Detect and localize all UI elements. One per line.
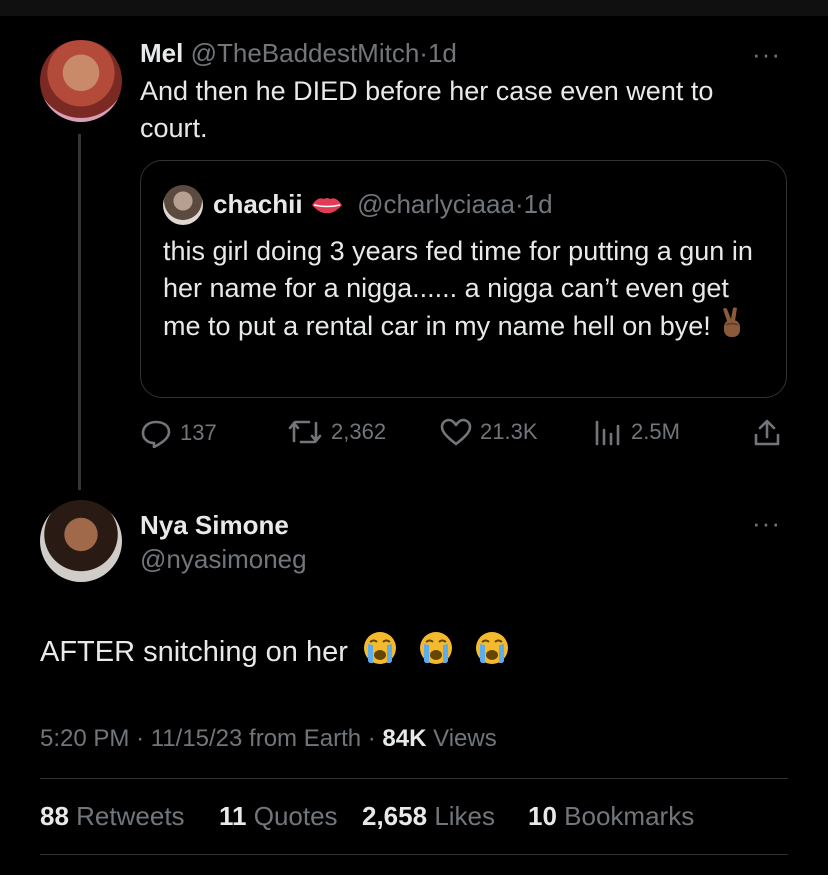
parent-author-handle[interactable]: @TheBaddestMitch — [191, 38, 420, 68]
nya-avatar[interactable] — [40, 500, 122, 582]
meta-separator: · — [136, 725, 145, 752]
quotes-count: 11 — [219, 801, 247, 831]
retweets-stat[interactable]: 88 Retweets — [40, 801, 185, 832]
quoted-time[interactable]: 1d — [524, 189, 553, 219]
quoted-tweet-card[interactable]: chachii @charlyciaaa·1d this girl doing … — [140, 160, 787, 398]
quoted-time-separator: · — [514, 189, 524, 219]
chachii-avatar[interactable] — [163, 185, 203, 225]
thread-connector-line — [78, 134, 81, 490]
tweet-source: from Earth — [249, 725, 362, 752]
meta-separator: · — [367, 725, 376, 752]
parent-time-separator: · — [419, 38, 428, 68]
quotes-stat[interactable]: 11 Quotes — [219, 801, 338, 832]
tweet-meta: 5:20 PM · 11/15/23 from Earth · 84K View… — [40, 723, 497, 755]
victory-hand-icon — [718, 307, 746, 349]
views-total: 84K — [382, 725, 427, 752]
loudly-crying-face-icon — [418, 630, 454, 677]
views-count: 2.5M — [631, 419, 680, 444]
lips-icon — [310, 189, 344, 223]
loudly-crying-face-icon — [362, 630, 398, 677]
like-count: 21.3K — [480, 419, 538, 444]
heart-icon — [440, 418, 472, 446]
retweets-count: 88 — [40, 801, 69, 831]
bookmarks-count: 10 — [528, 801, 557, 831]
quotes-label: Quotes — [253, 801, 338, 831]
reply-action[interactable]: 137 — [140, 418, 217, 448]
parent-tweet-text: And then he DIED before her case even we… — [140, 76, 714, 143]
retweet-count: 2,362 — [331, 419, 387, 444]
tweet-time[interactable]: 5:20 PM — [40, 725, 129, 752]
quoted-author-name[interactable]: chachii — [213, 189, 303, 219]
reply-count: 137 — [180, 420, 217, 445]
views-action[interactable]: 2.5M — [593, 418, 680, 446]
like-action[interactable]: 21.3K — [440, 418, 538, 446]
analytics-icon — [593, 418, 623, 446]
loudly-crying-face-icon — [474, 630, 510, 677]
status-bar-strip — [0, 0, 828, 16]
retweet-icon — [287, 418, 323, 446]
mel-avatar[interactable] — [40, 40, 122, 122]
main-tweet-text: AFTER snitching on her — [40, 636, 348, 669]
tweet-date[interactable]: 11/15/23 — [151, 725, 243, 752]
divider — [40, 854, 788, 855]
retweets-label: Retweets — [76, 801, 185, 831]
main-author-handle[interactable]: @nyasimoneg — [140, 543, 307, 575]
likes-count: 2,658 — [362, 801, 428, 831]
quoted-tweet-text: this girl doing 3 years fed time for put… — [163, 236, 753, 342]
bookmarks-stat[interactable]: 10 Bookmarks — [528, 801, 694, 832]
main-author-name[interactable]: Nya Simone — [140, 509, 289, 541]
likes-label: Likes — [434, 801, 496, 831]
retweet-action[interactable]: 2,362 — [287, 418, 386, 446]
share-action[interactable] — [752, 418, 782, 448]
likes-stat[interactable]: 2,658 Likes — [362, 801, 495, 832]
parent-more-button[interactable]: ··· — [752, 41, 781, 67]
main-more-button[interactable]: ··· — [752, 510, 781, 536]
quoted-author-handle[interactable]: @charlyciaaa — [357, 189, 515, 219]
share-icon — [752, 418, 782, 448]
views-label: Views — [433, 725, 497, 752]
divider — [40, 778, 788, 779]
reply-icon — [140, 418, 172, 448]
parent-time[interactable]: 1d — [428, 38, 457, 68]
parent-author-name[interactable]: Mel — [140, 38, 183, 68]
bookmarks-label: Bookmarks — [564, 801, 695, 831]
